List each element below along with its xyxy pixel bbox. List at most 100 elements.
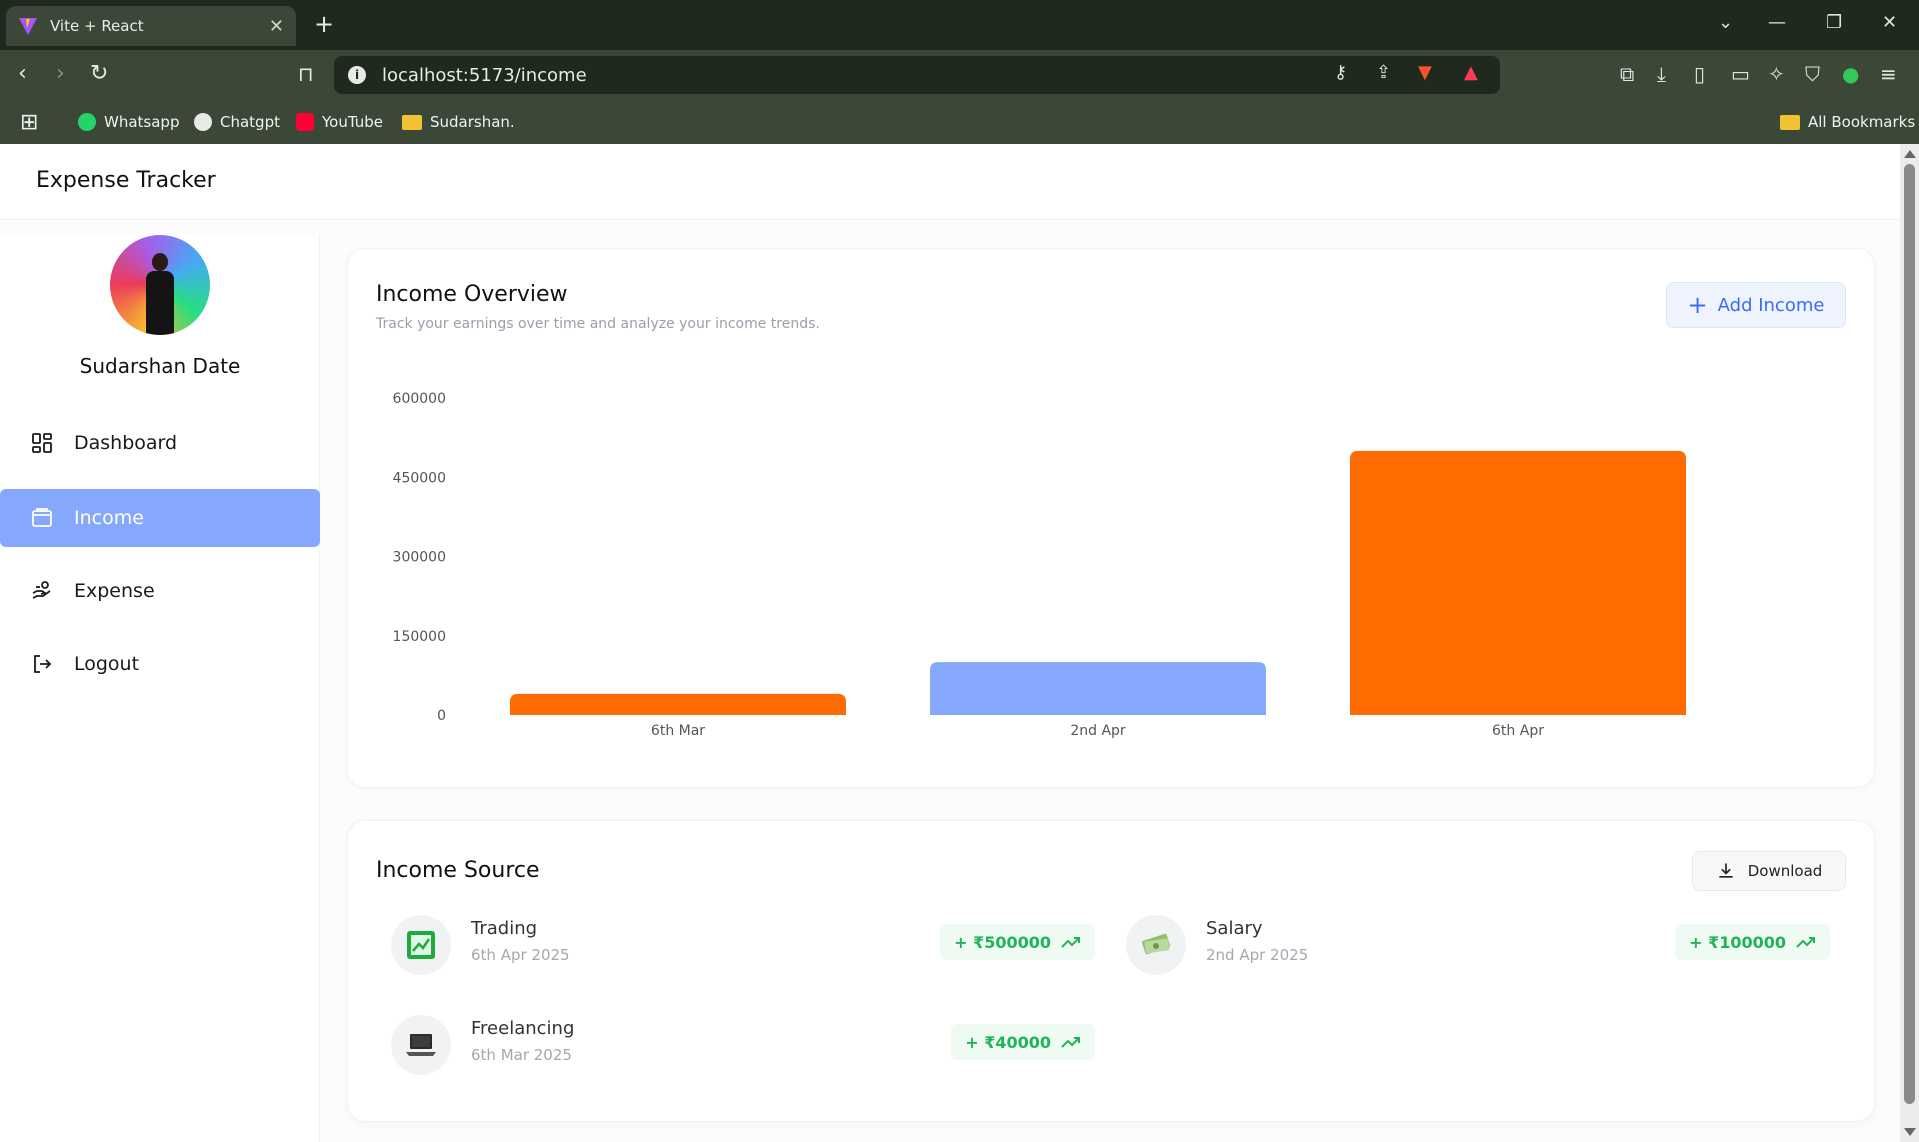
all-bookmarks-label: All Bookmarks: [1808, 113, 1916, 131]
wallet-icon: [32, 508, 52, 527]
sidebar-item-label: Logout: [74, 653, 140, 675]
close-tab-icon[interactable]: ✕: [269, 16, 284, 37]
page-scrollbar[interactable]: [1900, 144, 1919, 1142]
menu-icon[interactable]: ≡: [1880, 62, 1897, 86]
url-text: localhost:5173/income: [382, 64, 587, 86]
scroll-up-icon[interactable]: [1904, 150, 1916, 158]
brave-shield-icon[interactable]: ▼: [1418, 62, 1432, 83]
bookmark-chatgpt[interactable]: Chatgpt: [194, 110, 280, 134]
app-title: Expense Tracker: [36, 168, 216, 193]
overview-subtitle: Track your earnings over time and analyz…: [376, 316, 820, 332]
trading-chart-icon: [391, 915, 451, 975]
source-date: 6th Apr 2025: [471, 946, 570, 964]
plus-icon: +: [1687, 291, 1708, 319]
reload-icon[interactable]: ↻: [90, 62, 108, 86]
brave-rewards-icon[interactable]: ▲: [1464, 62, 1478, 83]
sidebar-item-label: Income: [74, 507, 144, 529]
x-tick-label: 2nd Apr: [1070, 723, 1126, 739]
bookmark-icon[interactable]: ⊓: [298, 62, 314, 86]
tab-title: Vite + React: [50, 17, 144, 35]
tab-search-chevron-icon[interactable]: ⌄: [1718, 12, 1733, 33]
minimize-icon[interactable]: —: [1768, 12, 1786, 33]
source-amount: + ₹500000: [954, 932, 1051, 952]
extensions-icon[interactable]: ⧉: [1620, 62, 1634, 86]
source-amount-badge: + ₹100000: [1675, 924, 1830, 960]
bookmark-youtube[interactable]: YouTube: [296, 110, 383, 134]
bookmarks-bar: ⊞ Whatsapp Chatgpt YouTube Sudarshan. Al…: [0, 100, 1919, 144]
bookmark-label: Whatsapp: [104, 113, 180, 131]
dashboard-grid-icon: [32, 433, 52, 453]
apps-grid-icon[interactable]: ⊞: [20, 110, 38, 135]
sidebar-item-dashboard[interactable]: Dashboard: [0, 414, 320, 472]
laptop-icon: [391, 1015, 451, 1075]
profile-icon[interactable]: ●: [1842, 62, 1859, 86]
sidebar-item-expense[interactable]: Expense: [0, 562, 320, 620]
source-amount: + ₹40000: [965, 1032, 1051, 1052]
all-bookmarks[interactable]: All Bookmarks: [1780, 110, 1915, 134]
back-icon[interactable]: ‹: [18, 62, 27, 86]
chart-bar[interactable]: [930, 662, 1266, 715]
income-bar-chart: 600000 450000 300000 150000 0 6th Mar 2nd Apr 6…: [393, 391, 1686, 739]
download-button[interactable]: Download: [1692, 851, 1846, 891]
sidebar-item-label: Expense: [74, 580, 155, 602]
sidebar-item-label: Dashboard: [74, 432, 178, 454]
browser-tab[interactable]: Vite + React ✕: [6, 6, 296, 46]
add-income-button[interactable]: + Add Income: [1666, 282, 1846, 328]
bookmark-whatsapp[interactable]: Whatsapp: [78, 110, 179, 134]
download-label: Download: [1747, 862, 1823, 880]
new-tab-icon[interactable]: +: [314, 10, 334, 38]
x-tick-label: 6th Apr: [1492, 723, 1544, 739]
source-amount: + ₹100000: [1689, 932, 1786, 952]
add-income-label: Add Income: [1717, 294, 1825, 316]
address-bar[interactable]: i localhost:5173/income: [334, 56, 1500, 94]
trend-up-icon: [1796, 937, 1815, 948]
logout-icon: [34, 655, 52, 673]
bookmark-sudarshan-folder[interactable]: Sudarshan.: [402, 110, 515, 134]
bookmark-label: YouTube: [322, 113, 383, 131]
source-amount-badge: + ₹500000: [940, 924, 1095, 960]
browser-tab-bar: Vite + React ✕ + ⌄ — ❐ ✕: [0, 0, 1919, 50]
source-name: Freelancing: [471, 1018, 575, 1039]
bookmark-label: Sudarshan.: [430, 113, 515, 131]
scroll-thumb[interactable]: [1904, 164, 1915, 1104]
overview-title: Income Overview: [376, 282, 568, 307]
avatar-person: [146, 253, 174, 335]
leo-ai-icon[interactable]: ✧: [1768, 62, 1785, 86]
folder-icon: [1780, 114, 1800, 130]
sidebar-toggle-icon[interactable]: ▯: [1694, 62, 1705, 86]
list-item[interactable]: Trading 6th Apr 2025 + ₹500000: [391, 910, 1095, 980]
sources-title: Income Source: [376, 858, 540, 883]
vpn-shield-icon[interactable]: ⛉: [1805, 62, 1820, 86]
chart-bar[interactable]: [510, 693, 846, 715]
folder-icon: [402, 114, 422, 130]
list-item[interactable]: Salary 2nd Apr 2025 + ₹100000: [1126, 910, 1830, 980]
youtube-icon: [296, 113, 314, 131]
download-icon[interactable]: ⤓: [1657, 62, 1666, 86]
password-key-icon[interactable]: ⚷: [1334, 62, 1347, 83]
source-date: 6th Mar 2025: [471, 1046, 572, 1064]
scroll-down-icon[interactable]: [1904, 1128, 1916, 1136]
source-name: Trading: [471, 918, 538, 939]
y-tick-label: 150000: [393, 629, 446, 645]
source-name: Salary: [1206, 918, 1263, 939]
y-tick-label: 300000: [393, 550, 446, 566]
close-window-icon[interactable]: ✕: [1882, 12, 1897, 33]
user-name: Sudarshan Date: [79, 354, 241, 378]
restore-icon[interactable]: ❐: [1826, 12, 1842, 33]
chatgpt-icon: [194, 113, 212, 131]
sidebar-item-logout[interactable]: Logout: [0, 635, 320, 693]
y-tick-label: 600000: [393, 391, 446, 407]
download-icon: [1719, 863, 1733, 878]
list-item[interactable]: Freelancing 6th Mar 2025 + ₹40000: [391, 1010, 1095, 1080]
avatar: [110, 235, 210, 335]
chart-bar[interactable]: [1350, 450, 1686, 715]
forward-icon[interactable]: ›: [56, 62, 65, 86]
wallet-browser-icon[interactable]: ▭: [1731, 62, 1750, 86]
y-tick-label: 450000: [393, 470, 446, 486]
vite-logo-icon: [19, 18, 37, 35]
share-icon[interactable]: ⇪: [1376, 62, 1391, 83]
trend-up-icon: [1061, 1037, 1080, 1048]
site-info-icon[interactable]: i: [348, 66, 366, 84]
x-tick-label: 6th Mar: [651, 723, 705, 739]
sidebar-item-income[interactable]: Income: [0, 489, 320, 547]
